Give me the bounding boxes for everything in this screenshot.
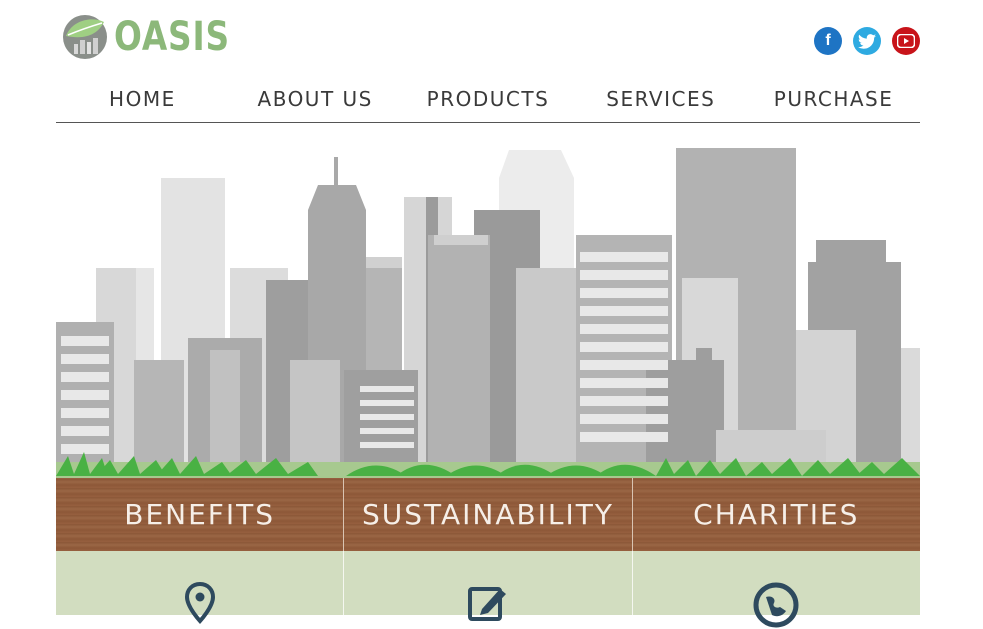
- tab-sustainability[interactable]: SUSTAINABILITY: [343, 478, 632, 551]
- tab-charities[interactable]: CHARITIES: [631, 478, 920, 551]
- city-skyline-illustration: [56, 148, 920, 480]
- page: OASIS f HOME ABOUT US PRODUCTS SERVICES …: [0, 0, 983, 628]
- hero-illustration: [56, 140, 920, 480]
- brand-name: OASIS: [114, 14, 230, 60]
- nav-about-us[interactable]: ABOUT US: [229, 82, 402, 122]
- facebook-icon[interactable]: f: [814, 27, 842, 55]
- globe-icon: [753, 582, 799, 628]
- nav-purchase[interactable]: PURCHASE: [747, 82, 920, 122]
- nav-products[interactable]: PRODUCTS: [402, 82, 575, 122]
- edit-note-icon: [467, 587, 506, 621]
- section-tabs: BENEFITS SUSTAINABILITY CHARITIES: [56, 478, 920, 551]
- tab-benefits[interactable]: BENEFITS: [56, 478, 344, 551]
- leaf-globe-icon: [63, 15, 107, 59]
- main-nav: HOME ABOUT US PRODUCTS SERVICES PURCHASE: [56, 82, 920, 123]
- youtube-icon[interactable]: [892, 27, 920, 55]
- benefits-card[interactable]: [56, 551, 343, 624]
- section-cards: [56, 551, 920, 628]
- sustainability-card[interactable]: [343, 551, 631, 621]
- location-pin-icon: [184, 581, 215, 624]
- charities-card[interactable]: [631, 551, 920, 628]
- brand-logo[interactable]: OASIS: [62, 12, 255, 62]
- nav-services[interactable]: SERVICES: [574, 82, 747, 122]
- nav-home[interactable]: HOME: [56, 82, 229, 122]
- social-links: f: [814, 27, 920, 55]
- twitter-icon[interactable]: [853, 27, 881, 55]
